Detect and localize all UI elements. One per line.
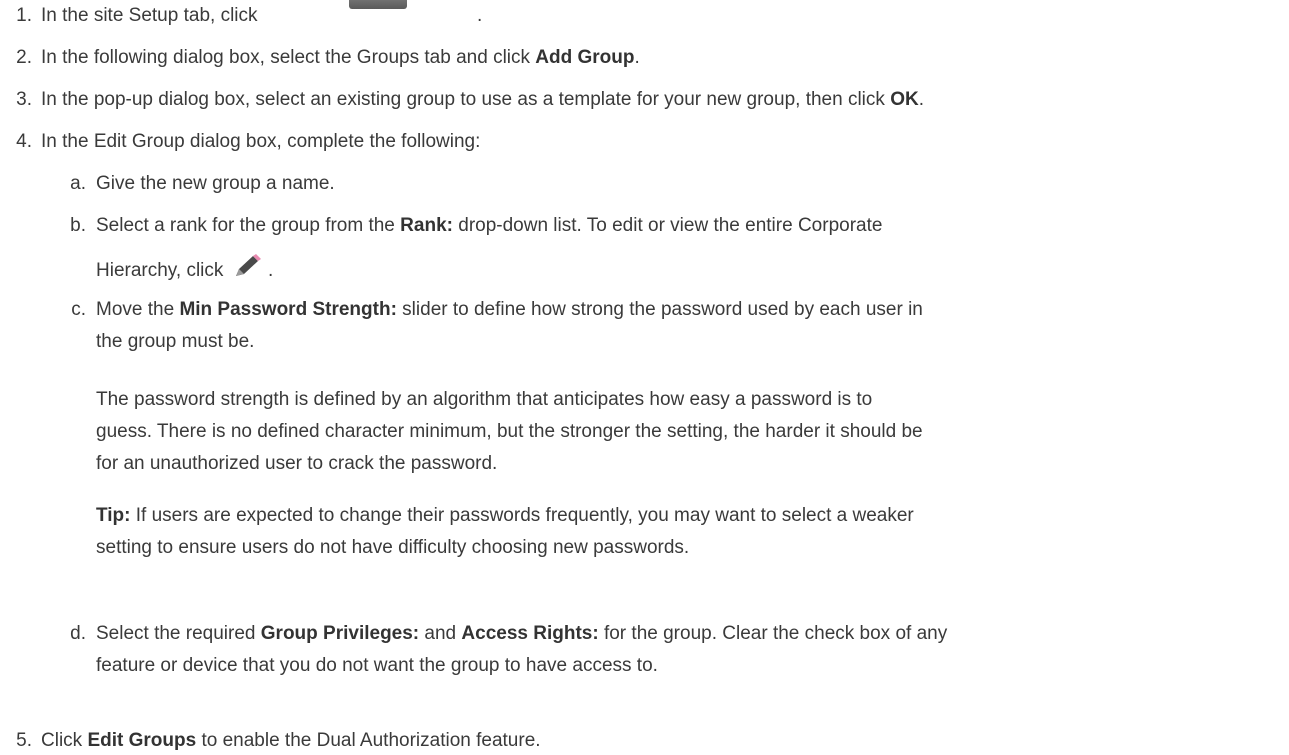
substep-text: drop-down list. To edit or view the enti… (452, 215, 883, 236)
step-number: 1. (16, 5, 32, 26)
substep-text: the group must be. (96, 331, 255, 352)
add-group-label: Add Group (535, 47, 635, 68)
substep-letter: b. (70, 215, 86, 236)
substep-text: Move the (96, 299, 180, 320)
edit-groups-label: Edit Groups (87, 730, 197, 751)
tip-label: Tip: (96, 505, 131, 526)
step-text: In the pop-up dialog box, select an exis… (41, 89, 891, 110)
substep-text: slider to define how strong the password… (396, 299, 923, 320)
step-text: Click (41, 730, 88, 751)
substep-text: feature or device that you do not want t… (96, 655, 658, 676)
step-2: 2. In the following dialog box, select th… (2, 44, 1282, 72)
substep-c: c. Move the Min Password Strength: slide… (71, 296, 1281, 356)
substep-text-end: . (267, 260, 274, 281)
step-number: 4. (16, 131, 32, 152)
step-text-end: . (477, 5, 483, 26)
min-password-strength-label: Min Password Strength: (179, 299, 397, 320)
substep-text: and (419, 623, 462, 644)
substep-letter: d. (70, 623, 86, 644)
tip-paragraph: Tip: If users are expected to change the… (96, 502, 1281, 562)
step-5: 5. Click Edit Groups to enable the Dual A… (2, 727, 1282, 755)
step-number: 5. (16, 730, 32, 751)
paragraph-line: guess. There is no defined character min… (96, 421, 923, 442)
paragraph-line: setting to ensure users do not have diff… (96, 537, 690, 558)
step-text: In the site Setup tab, click (41, 5, 258, 26)
paragraph-line: for an unauthorized user to crack the pa… (96, 453, 498, 474)
substep-text: for the group. Clear the check box of an… (598, 623, 948, 644)
setup-button-image (349, 0, 407, 9)
substep-text: Hierarchy, click (96, 260, 224, 281)
step-3: 3. In the pop-up dialog box, select an ex… (2, 86, 1282, 114)
step-text: In the following dialog box, select the … (41, 47, 536, 68)
substep-a: a. Give the new group a name. (70, 170, 1281, 198)
rank-label: Rank: (400, 215, 453, 236)
substep-letter: a. (70, 173, 86, 194)
paragraph-line: The password strength is defined by an a… (96, 389, 873, 410)
substep-b: b. Select a rank for the group from the … (70, 212, 1281, 285)
step-4: 4. In the Edit Group dialog box, complete… (2, 128, 1282, 156)
pencil-icon (235, 254, 261, 276)
substep-d: d. Select the required Group Privileges:… (70, 620, 1281, 680)
step-text-end: to enable the Dual Authorization feature… (196, 730, 541, 751)
substep-text: Select a rank for the group from the (96, 215, 401, 236)
step-text-end: . (918, 89, 924, 110)
password-strength-paragraph: The password strength is defined by an a… (96, 386, 1281, 478)
group-privileges-label: Group Privileges: (260, 623, 420, 644)
access-rights-label: Access Rights: (461, 623, 599, 644)
substep-text: Give the new group a name. (96, 173, 335, 194)
step-number: 3. (16, 89, 32, 110)
step-text: In the Edit Group dialog box, complete t… (41, 131, 481, 152)
substep-text: Select the required (96, 623, 261, 644)
substep-letter: c. (71, 299, 86, 320)
step-1: 1. In the site Setup tab, click . (2, 0, 1282, 30)
ok-label: OK (890, 89, 919, 110)
paragraph-line: If users are expected to change their pa… (130, 505, 914, 526)
step-text-end: . (634, 47, 640, 68)
step-number: 2. (16, 47, 32, 68)
